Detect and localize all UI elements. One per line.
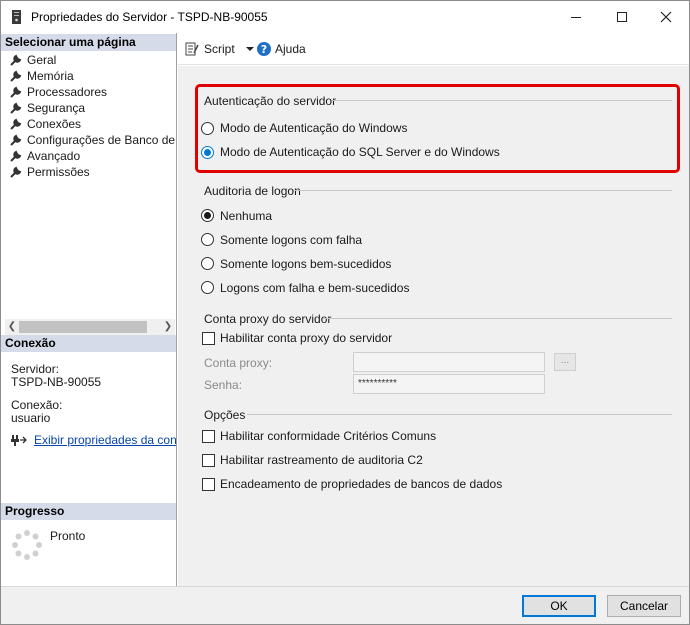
maximize-icon <box>617 11 627 22</box>
audit-failed-radio[interactable] <box>201 233 214 246</box>
proxy-enable-label[interactable]: Habilitar conta proxy do servidor <box>220 331 392 345</box>
audit-group-label: Auditoria de logon <box>204 184 301 198</box>
page-item-5[interactable]: Configurações de Banco de Da <box>9 132 194 148</box>
audit-none-radio[interactable] <box>201 209 214 222</box>
options-group-label: Opções <box>204 408 246 422</box>
page-item-label: Geral <box>27 53 57 67</box>
wrench-icon <box>10 54 22 66</box>
page-item-label: Segurança <box>27 101 86 115</box>
page-list-scrollbar[interactable]: ❮ ❯ <box>5 319 175 335</box>
highlight-box <box>195 84 680 173</box>
proxy-password-label: Senha: <box>204 378 243 392</box>
wrench-icon <box>10 134 22 146</box>
chevron-down-icon[interactable] <box>245 45 255 53</box>
proxy-password-input[interactable]: ********** <box>353 374 545 394</box>
page-item-4[interactable]: Conexões <box>9 116 81 132</box>
proxy-group-label: Conta proxy do servidor <box>204 312 332 326</box>
audit-both-radio[interactable] <box>201 281 214 294</box>
progress-status: Pronto <box>50 529 86 543</box>
left-panel: Selecionar uma página Geral Memória Proces… <box>1 33 194 586</box>
window-title: Propriedades do Servidor - TSPD-NB-90055 <box>31 10 268 24</box>
wrench-icon <box>10 150 22 162</box>
view-connection-properties-link[interactable]: Exibir propriedades da conexã <box>34 433 176 447</box>
common-criteria-checkbox[interactable] <box>202 430 215 443</box>
scroll-right-icon[interactable]: ❯ <box>161 319 175 335</box>
minimize-button[interactable] <box>553 1 599 32</box>
page-item-label: Avançado <box>27 149 81 163</box>
audit-failed-label[interactable]: Somente logons com falha <box>220 233 362 247</box>
page-item-0[interactable]: Geral <box>9 52 56 68</box>
page-item-label: Permissões <box>27 165 90 179</box>
common-criteria-label[interactable]: Habilitar conformidade Critérios Comuns <box>220 429 436 443</box>
divider <box>323 318 672 319</box>
wrench-icon <box>10 166 22 178</box>
server-icon <box>12 10 21 24</box>
page-item-3[interactable]: Segurança <box>9 100 85 116</box>
server-label: Servidor: <box>11 362 60 376</box>
proxy-enable-checkbox[interactable] <box>202 332 215 345</box>
c2-audit-checkbox[interactable] <box>202 454 215 467</box>
scrollbar-thumb[interactable] <box>19 321 147 333</box>
wrench-icon <box>10 70 22 82</box>
cancel-button[interactable]: Cancelar <box>607 595 681 617</box>
audit-none-label[interactable]: Nenhuma <box>220 209 272 223</box>
page-item-7[interactable]: Permissões <box>9 164 90 180</box>
help-label: Ajuda <box>275 42 306 56</box>
progress-spinner-icon <box>12 530 42 560</box>
script-label: Script <box>204 42 235 56</box>
scroll-left-icon[interactable]: ❮ <box>5 319 19 335</box>
proxy-browse-button[interactable]: ... <box>554 353 576 371</box>
close-icon <box>660 11 672 22</box>
title-bar[interactable]: Propriedades do Servidor - TSPD-NB-90055 <box>1 1 689 33</box>
divider <box>294 190 672 191</box>
maximize-button[interactable] <box>599 1 645 32</box>
dialog-footer: OK Cancelar <box>1 586 689 624</box>
help-icon: ? <box>257 42 271 56</box>
svg-text:?: ? <box>261 43 267 56</box>
wrench-icon <box>10 86 22 98</box>
ok-button[interactable]: OK <box>522 595 596 617</box>
script-button[interactable]: Script <box>184 41 255 57</box>
divider <box>247 414 672 415</box>
page-item-label: Processadores <box>27 85 108 99</box>
progress-header: Progresso <box>1 503 176 520</box>
connection-plug-icon <box>11 435 27 446</box>
db-chaining-checkbox[interactable] <box>202 478 215 491</box>
script-icon <box>185 42 199 56</box>
audit-both-label[interactable]: Logons com falha e bem-sucedidos <box>220 281 409 295</box>
page-item-6[interactable]: Avançado <box>9 148 80 164</box>
server-value: TSPD-NB-90055 <box>11 375 102 389</box>
properties-window: Propriedades do Servidor - TSPD-NB-90055… <box>0 0 690 625</box>
wrench-icon <box>10 118 22 130</box>
wrench-icon <box>10 102 22 114</box>
connection-label: Conexão: <box>11 398 63 412</box>
page-item-2[interactable]: Processadores <box>9 84 107 100</box>
page-item-label: Conexões <box>27 117 82 131</box>
audit-success-label[interactable]: Somente logons bem-sucedidos <box>220 257 391 271</box>
proxy-account-input[interactable] <box>353 352 545 372</box>
connection-value: usuario <box>11 411 51 425</box>
connection-header: Conexão <box>1 335 176 352</box>
help-button[interactable]: ? Ajuda <box>256 41 306 57</box>
audit-success-radio[interactable] <box>201 257 214 270</box>
proxy-account-label: Conta proxy: <box>204 356 273 370</box>
page-item-label: Memória <box>27 69 74 83</box>
minimize-icon <box>571 16 581 18</box>
db-chaining-label[interactable]: Encadeamento de propriedades de bancos d… <box>220 477 502 491</box>
page-item-1[interactable]: Memória <box>9 68 74 84</box>
toolbar: Script ? Ajuda <box>178 33 689 65</box>
close-button[interactable] <box>643 1 689 32</box>
c2-audit-label[interactable]: Habilitar rastreamento de auditoria C2 <box>220 453 423 467</box>
page-item-label: Configurações de Banco de Da <box>27 133 194 147</box>
select-page-header: Selecionar uma página <box>1 34 176 51</box>
